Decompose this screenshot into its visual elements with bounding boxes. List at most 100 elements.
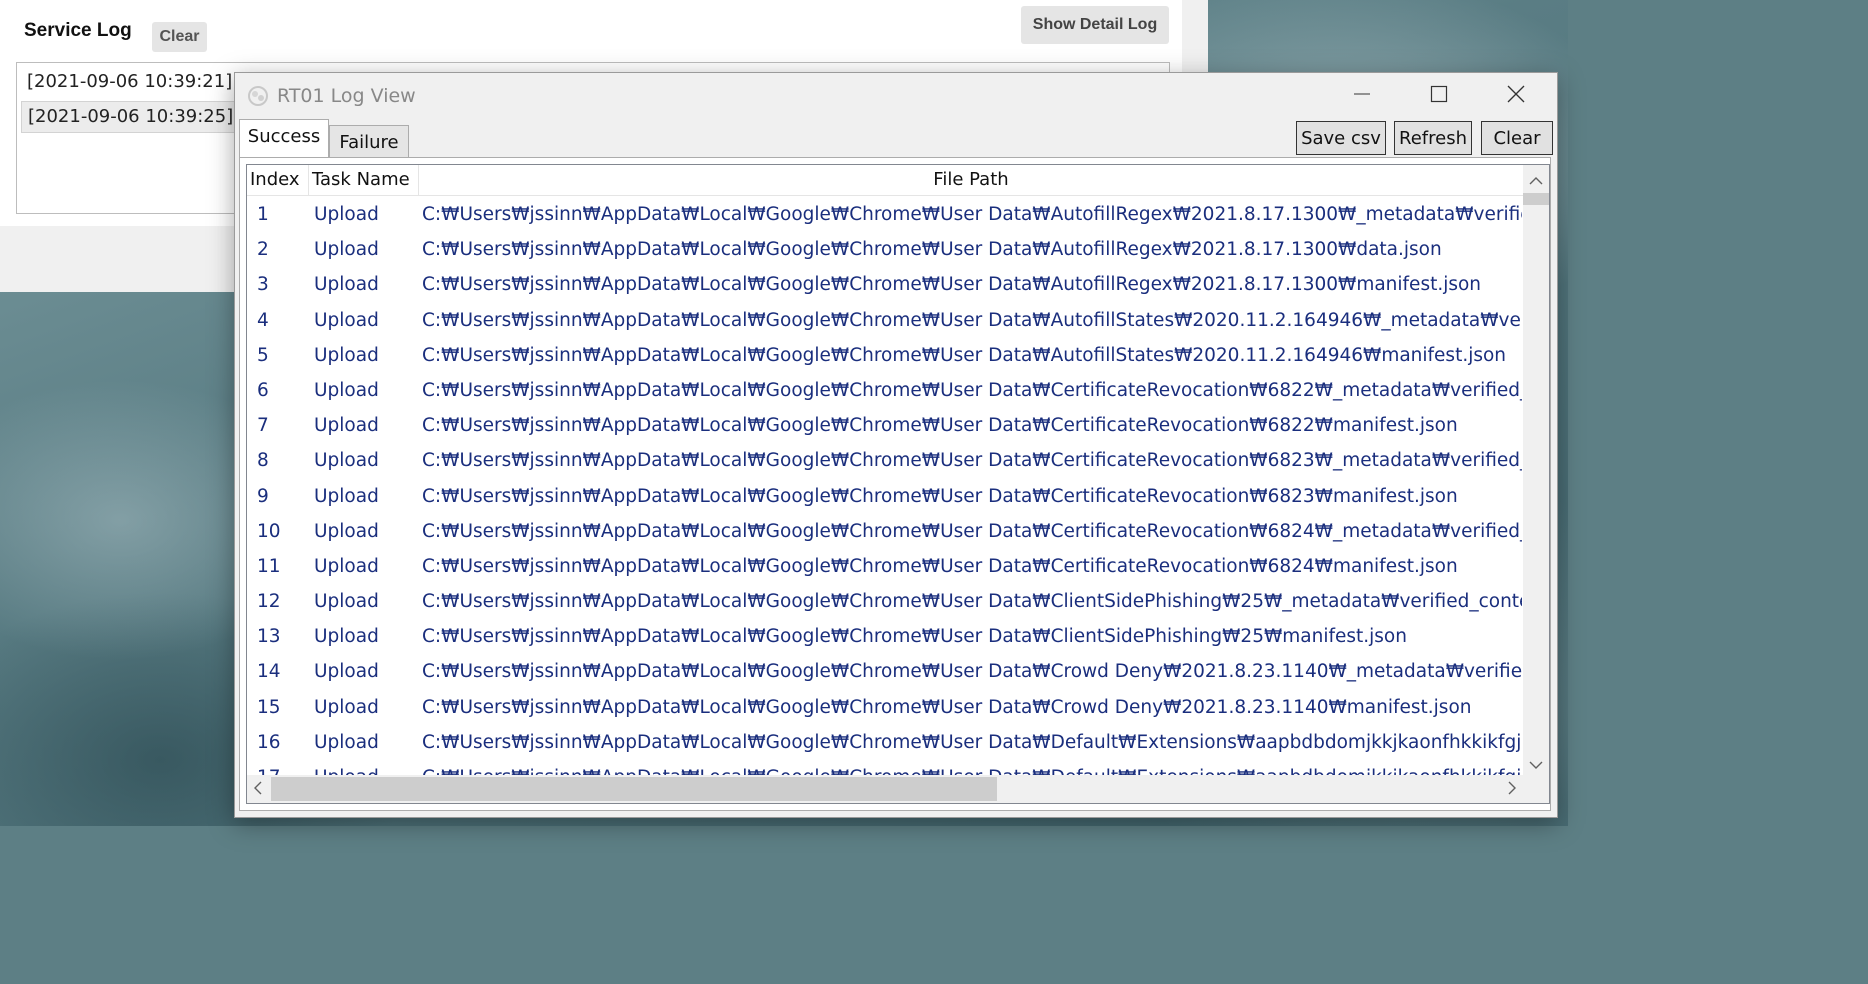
row-index-cell: 2	[257, 239, 269, 261]
row-file-path-cell: C:₩Users₩jssinn₩AppData₩Local₩Google₩Chr…	[422, 274, 1482, 296]
row-file-path-cell: C:₩Users₩jssinn₩AppData₩Local₩Google₩Chr…	[422, 450, 1522, 472]
chevron-right-icon	[1507, 780, 1517, 799]
close-icon	[1506, 84, 1526, 108]
row-file-path-cell: C:₩Users₩jssinn₩AppData₩Local₩Google₩Chr…	[422, 555, 1458, 577]
table-row[interactable]: 11 Upload C:₩Users₩jssinn₩AppData₩Local₩Go…	[247, 549, 1523, 584]
row-index-cell: 12	[257, 591, 281, 613]
row-task-cell: Upload	[314, 661, 379, 683]
scroll-left-button[interactable]	[247, 775, 269, 803]
row-index-cell: 5	[257, 344, 269, 366]
table-row[interactable]: 3 Upload C:₩Users₩jssinn₩AppData₩Local₩Goo…	[247, 267, 1523, 302]
tab-success[interactable]: Success	[239, 119, 329, 157]
row-file-path-cell: C:₩Users₩jssinn₩AppData₩Local₩Google₩Chr…	[422, 626, 1407, 648]
show-detail-log-button[interactable]: Show Detail Log	[1021, 6, 1169, 44]
log-data-grid[interactable]: Index Task Name File Path 1 Upload C:₩User…	[246, 164, 1550, 804]
row-task-cell: Upload	[314, 626, 379, 648]
table-row[interactable]: 5 Upload C:₩Users₩jssinn₩AppData₩Local₩Goo…	[247, 338, 1523, 373]
row-index-cell: 14	[257, 661, 281, 683]
table-row[interactable]: 1 Upload C:₩Users₩jssinn₩AppData₩Local₩Goo…	[247, 197, 1523, 232]
row-index-cell: 10	[257, 520, 281, 542]
table-row[interactable]: 10 Upload C:₩Users₩jssinn₩AppData₩Local₩Go…	[247, 514, 1523, 549]
row-task-cell: Upload	[314, 731, 379, 753]
vertical-scroll-thumb[interactable]	[1523, 193, 1549, 205]
row-task-cell: Upload	[314, 450, 379, 472]
row-file-path-cell: C:₩Users₩jssinn₩AppData₩Local₩Google₩Chr…	[422, 731, 1522, 753]
clear-button[interactable]: Clear	[1481, 121, 1553, 155]
service-log-clear-button[interactable]: Clear	[152, 22, 207, 52]
table-row[interactable]: 7 Upload C:₩Users₩jssinn₩AppData₩Local₩Goo…	[247, 408, 1523, 443]
row-task-cell: Upload	[314, 344, 379, 366]
row-file-path-cell: C:₩Users₩jssinn₩AppData₩Local₩Google₩Chr…	[422, 344, 1507, 366]
row-file-path-cell: C:₩Users₩jssinn₩AppData₩Local₩Google₩Chr…	[422, 309, 1522, 331]
maximize-icon	[1430, 85, 1448, 107]
scroll-right-button[interactable]	[1501, 775, 1523, 803]
horizontal-scroll-thumb[interactable]	[271, 777, 997, 801]
row-task-cell: Upload	[314, 239, 379, 261]
row-index-cell: 4	[257, 309, 269, 331]
chevron-up-icon	[1529, 171, 1543, 190]
row-index-cell: 6	[257, 379, 269, 401]
row-task-cell: Upload	[314, 379, 379, 401]
vertical-scrollbar[interactable]	[1523, 165, 1549, 777]
row-index-cell: 8	[257, 450, 269, 472]
row-task-cell: Upload	[314, 204, 379, 225]
service-log-title: Service Log	[24, 20, 132, 41]
row-index-cell: 9	[257, 485, 269, 507]
row-task-cell: Upload	[314, 485, 379, 507]
maximize-button[interactable]	[1400, 73, 1478, 119]
grid-rows: 1 Upload C:₩Users₩jssinn₩AppData₩Local₩Goo…	[247, 197, 1523, 779]
refresh-button[interactable]: Refresh	[1394, 121, 1472, 155]
table-row[interactable]: 12 Upload C:₩Users₩jssinn₩AppData₩Local₩Go…	[247, 584, 1523, 619]
row-task-cell: Upload	[314, 591, 379, 613]
table-row[interactable]: 4 Upload C:₩Users₩jssinn₩AppData₩Local₩Goo…	[247, 303, 1523, 338]
app-logo-icon	[247, 85, 269, 107]
minimize-button[interactable]	[1323, 73, 1401, 119]
row-task-cell: Upload	[314, 520, 379, 542]
row-task-cell: Upload	[314, 309, 379, 331]
row-index-cell: 11	[257, 555, 281, 577]
row-file-path-cell: C:₩Users₩jssinn₩AppData₩Local₩Google₩Chr…	[422, 239, 1442, 261]
table-row[interactable]: 2 Upload C:₩Users₩jssinn₩AppData₩Local₩Goo…	[247, 232, 1523, 267]
horizontal-scrollbar[interactable]	[247, 775, 1523, 803]
scrollbar-corner	[1523, 775, 1549, 803]
tab-content-panel: Index Task Name File Path 1 Upload C:₩User…	[239, 157, 1551, 811]
row-index-cell: 1	[257, 204, 269, 225]
row-file-path-cell: C:₩Users₩jssinn₩AppData₩Local₩Google₩Chr…	[422, 696, 1472, 718]
tab-failure[interactable]: Failure	[329, 125, 409, 158]
scroll-down-button[interactable]	[1523, 751, 1549, 777]
column-header-file-path[interactable]: File Path	[419, 165, 1523, 195]
title-bar[interactable]: RT01 Log View	[235, 73, 1557, 119]
table-row[interactable]: 9 Upload C:₩Users₩jssinn₩AppData₩Local₩Goo…	[247, 479, 1523, 514]
chevron-left-icon	[253, 780, 263, 799]
row-file-path-cell: C:₩Users₩jssinn₩AppData₩Local₩Google₩Chr…	[422, 520, 1522, 542]
row-task-cell: Upload	[314, 274, 379, 296]
scroll-up-button[interactable]	[1523, 167, 1549, 193]
save-csv-button[interactable]: Save csv	[1296, 121, 1386, 155]
row-task-cell: Upload	[314, 696, 379, 718]
row-index-cell: 16	[257, 731, 281, 753]
row-file-path-cell: C:₩Users₩jssinn₩AppData₩Local₩Google₩Chr…	[422, 415, 1458, 437]
table-row[interactable]: 13 Upload C:₩Users₩jssinn₩AppData₩Local₩Go…	[247, 619, 1523, 654]
table-row[interactable]: 15 Upload C:₩Users₩jssinn₩AppData₩Local₩Go…	[247, 690, 1523, 725]
row-file-path-cell: C:₩Users₩jssinn₩AppData₩Local₩Google₩Chr…	[422, 379, 1522, 401]
chevron-down-icon	[1529, 755, 1543, 774]
row-index-cell: 15	[257, 696, 281, 718]
column-header-index[interactable]: Index	[247, 165, 309, 195]
log-view-window: RT01 Log View Success Failure Save csv R…	[234, 72, 1558, 818]
row-index-cell: 13	[257, 626, 281, 648]
close-button[interactable]	[1477, 73, 1555, 119]
column-header-task-name[interactable]: Task Name	[309, 165, 419, 195]
table-row[interactable]: 16 Upload C:₩Users₩jssinn₩AppData₩Local₩Go…	[247, 725, 1523, 760]
minimize-icon	[1353, 85, 1371, 107]
row-task-cell: Upload	[314, 555, 379, 577]
row-index-cell: 3	[257, 274, 269, 296]
table-row[interactable]: 14 Upload C:₩Users₩jssinn₩AppData₩Local₩Go…	[247, 654, 1523, 689]
row-file-path-cell: C:₩Users₩jssinn₩AppData₩Local₩Google₩Chr…	[422, 661, 1522, 683]
table-row[interactable]: 8 Upload C:₩Users₩jssinn₩AppData₩Local₩Goo…	[247, 443, 1523, 478]
window-title: RT01 Log View	[277, 85, 416, 107]
row-file-path-cell: C:₩Users₩jssinn₩AppData₩Local₩Google₩Chr…	[422, 485, 1458, 507]
table-row[interactable]: 6 Upload C:₩Users₩jssinn₩AppData₩Local₩Goo…	[247, 373, 1523, 408]
grid-header: Index Task Name File Path	[247, 165, 1523, 196]
row-task-cell: Upload	[314, 415, 379, 437]
row-index-cell: 7	[257, 415, 269, 437]
